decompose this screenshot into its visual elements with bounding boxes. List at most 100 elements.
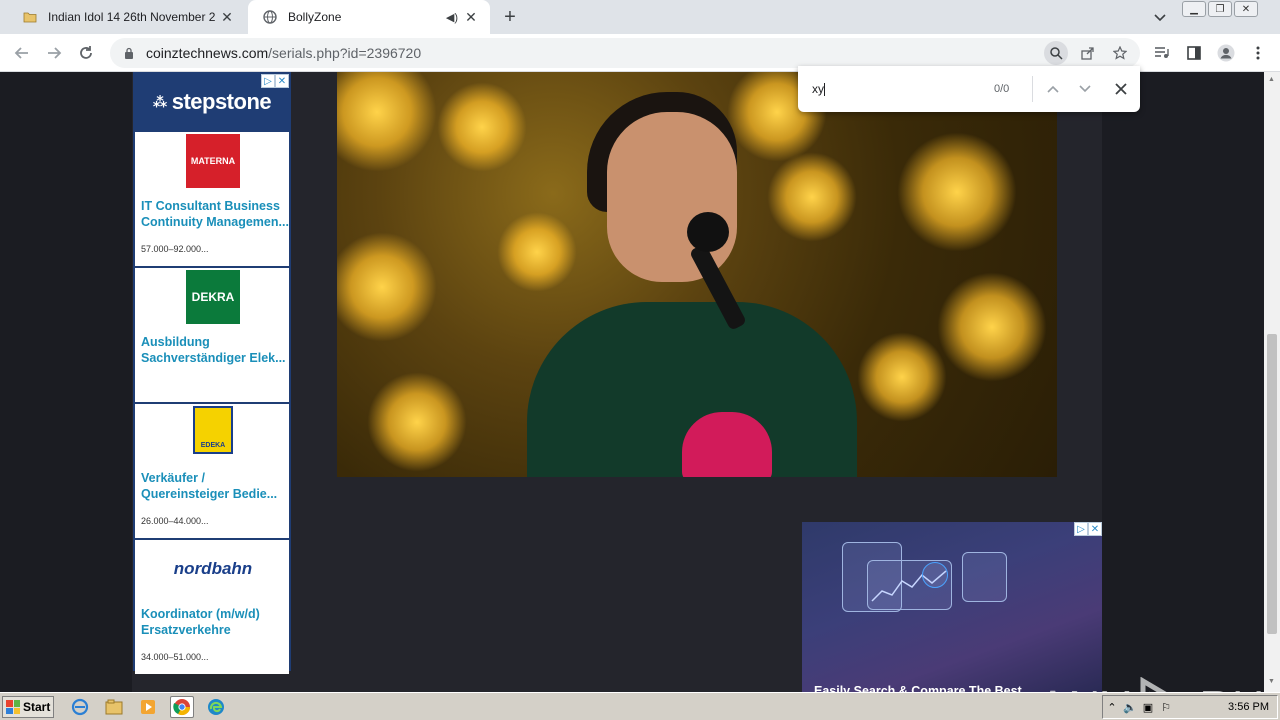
microphone-icon (687, 212, 729, 252)
find-close-icon[interactable] (1109, 77, 1133, 101)
job-title[interactable]: Quereinsteiger Bedie... (141, 486, 289, 502)
woman-face (607, 112, 737, 282)
job-title[interactable]: Ausbildung (141, 334, 289, 350)
volume-icon[interactable]: 🔈 (1121, 701, 1139, 714)
minimize-button[interactable]: ▁ (1182, 1, 1206, 17)
chrome-icon[interactable] (170, 696, 194, 718)
job-ad-item[interactable]: EDEKA Verkäufer / Quereinsteiger Bedie..… (135, 404, 289, 538)
bokeh-light (497, 212, 577, 292)
folder-icon (22, 9, 38, 25)
tab-close-icon[interactable]: ✕ (460, 6, 482, 28)
tab-close-icon[interactable]: ✕ (216, 6, 238, 28)
back-arrow-icon[interactable] (10, 41, 34, 65)
quick-launch (68, 696, 228, 718)
hologram-panel (962, 552, 1007, 602)
job-title[interactable]: Sachverständiger Elek... (141, 350, 289, 366)
scroll-down-arrow-icon[interactable]: ▼ (1268, 678, 1275, 685)
gauge-icon (922, 562, 948, 588)
ad-close-icon[interactable]: ✕ (1088, 522, 1102, 536)
ad-choices[interactable]: ▷ ✕ (1074, 522, 1102, 536)
ad-close-icon[interactable]: ✕ (275, 74, 289, 88)
lock-icon[interactable] (120, 47, 138, 59)
close-window-button[interactable]: ✕ (1234, 1, 1258, 17)
job-ad-item[interactable]: nordbahn Koordinator (m/w/d) Ersatzverke… (135, 540, 289, 674)
play-triangle-icon (1140, 677, 1168, 692)
side-panel-icon[interactable] (1182, 41, 1206, 65)
find-previous-chevron-up-icon[interactable] (1041, 77, 1065, 101)
bokeh-light (857, 332, 947, 422)
bokeh-light (437, 82, 527, 172)
tray-expand-icon[interactable]: ⌃ (1103, 701, 1121, 714)
scrollbar-thumb[interactable] (1267, 334, 1277, 634)
dekra-logo: DEKRA (186, 270, 240, 324)
anyrun-watermark: ANY RUN (1038, 677, 1264, 692)
video-player[interactable] (337, 72, 1057, 477)
profile-avatar-icon[interactable] (1214, 41, 1238, 65)
reload-icon[interactable] (74, 41, 98, 65)
materna-logo: MATERNA (186, 134, 240, 188)
job-title[interactable]: Verkäufer / (141, 470, 289, 486)
network-icon[interactable]: ▣ (1139, 701, 1157, 714)
bokeh-light (337, 232, 437, 342)
tab-bollyzone[interactable]: BollyZone ◀) ✕ (248, 0, 490, 34)
restore-button[interactable]: ❐ (1208, 1, 1232, 17)
bokeh-light (897, 132, 1017, 252)
address-bar[interactable]: coinztechnews.com/serials.php?id=2396720 (110, 38, 1140, 68)
find-next-chevron-down-icon[interactable] (1073, 77, 1097, 101)
ad-choices[interactable]: ▷ ✕ (261, 74, 289, 88)
stepstone-dots-icon: ⁂ (152, 93, 167, 110)
new-tab-button[interactable]: + (498, 5, 522, 29)
media-player-icon[interactable] (136, 696, 160, 718)
tab-strip: Indian Idol 14 26th November 2023 ✕ Boll… (0, 0, 1280, 34)
web-page: ▷ ✕ ⁂ stepstone MATERNA IT Consultant Bu… (0, 72, 1264, 692)
page-scrollbar[interactable]: ▲ ▼ (1264, 72, 1280, 692)
windows-taskbar: Start ⌃ 🔈 ▣ ⚐ 3:56 PM (0, 692, 1280, 720)
trading-ad[interactable]: ▷ ✕ Easily Search & Compare The Best (802, 522, 1102, 692)
url-text: coinztechnews.com/serials.php?id=2396720 (146, 45, 422, 61)
job-ad-item[interactable]: DEKRA Ausbildung Sachverständiger Elek..… (135, 268, 289, 402)
clock[interactable]: 3:56 PM (1228, 701, 1269, 713)
window-controls: ▁ ❐ ✕ (1182, 1, 1258, 17)
job-title[interactable]: Ersatzverkehre (141, 622, 289, 638)
share-icon[interactable] (1076, 41, 1100, 65)
find-match-count: 0/0 (994, 83, 1010, 95)
windows-logo-icon (6, 700, 20, 714)
stepstone-ad[interactable]: ▷ ✕ ⁂ stepstone MATERNA IT Consultant Bu… (133, 72, 291, 674)
file-explorer-icon[interactable] (102, 696, 126, 718)
globe-icon (262, 9, 278, 25)
adchoices-icon[interactable]: ▷ (261, 74, 275, 88)
forward-arrow-icon[interactable] (42, 41, 66, 65)
job-title[interactable]: Continuity Managemen... (141, 214, 289, 230)
adchoices-icon[interactable]: ▷ (1074, 522, 1088, 536)
find-input[interactable]: xy (812, 82, 972, 97)
start-button[interactable]: Start (2, 696, 54, 718)
job-salary: 57.000–92.000... (141, 244, 209, 254)
job-salary: 26.000–44.000... (141, 516, 209, 526)
job-title[interactable]: Koordinator (m/w/d) (141, 606, 289, 622)
edge-icon[interactable] (204, 696, 228, 718)
job-ad-item[interactable]: MATERNA IT Consultant Business Continuit… (135, 132, 289, 266)
bokeh-light (367, 372, 467, 472)
tab-indian-idol[interactable]: Indian Idol 14 26th November 2023 ✕ (8, 0, 246, 34)
job-salary: 34.000–51.000... (141, 652, 209, 662)
scroll-up-arrow-icon[interactable]: ▲ (1268, 76, 1275, 83)
tab-title: BollyZone (288, 10, 342, 24)
edeka-logo: EDEKA (193, 406, 233, 454)
media-controls-icon[interactable] (1150, 41, 1174, 65)
speaker-icon[interactable]: ◀) (446, 11, 458, 24)
bokeh-light (937, 272, 1047, 382)
bookmark-star-icon[interactable] (1108, 41, 1132, 65)
zoom-search-icon[interactable] (1044, 41, 1068, 65)
find-bar: xy 0/0 (798, 66, 1140, 112)
kebab-menu-icon[interactable] (1246, 41, 1270, 65)
nordbahn-logo: nordbahn (173, 559, 253, 578)
internet-explorer-icon[interactable] (68, 696, 92, 718)
ad-headline[interactable]: Easily Search & Compare The Best (814, 684, 1022, 692)
divider (1032, 76, 1033, 102)
tab-title: Indian Idol 14 26th November 2023 (48, 10, 216, 24)
job-title[interactable]: IT Consultant Business (141, 198, 289, 214)
chevron-down-icon[interactable] (1150, 8, 1170, 28)
bokeh-light (337, 72, 437, 172)
action-center-flag-icon[interactable]: ⚐ (1157, 701, 1175, 714)
system-tray: ⌃ 🔈 ▣ ⚐ 3:56 PM (1102, 695, 1278, 719)
